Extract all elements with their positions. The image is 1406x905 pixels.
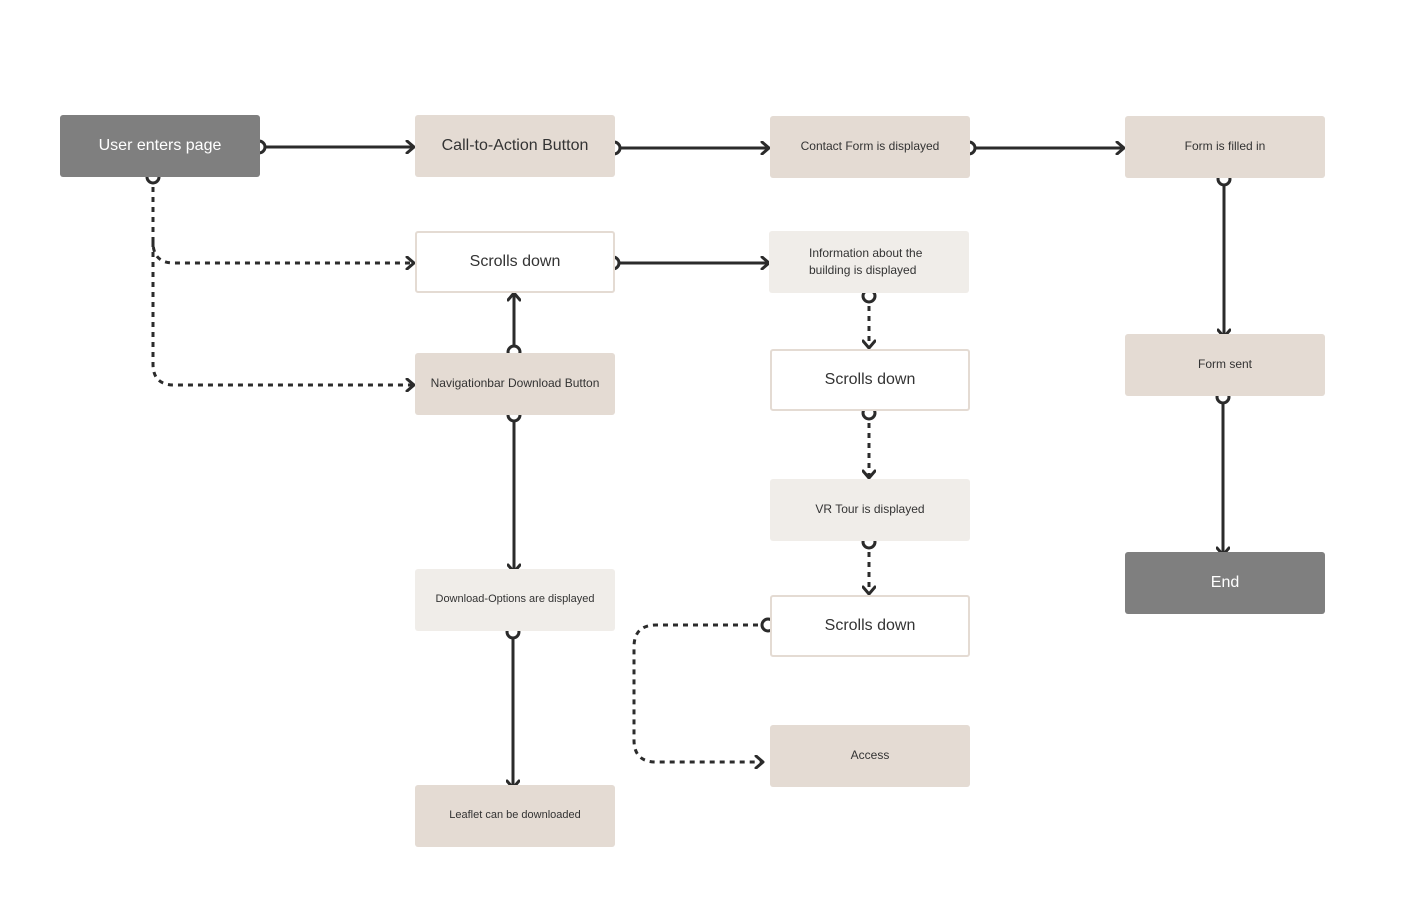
node-label: Scrolls down <box>469 253 561 271</box>
node-label: Access <box>850 748 890 763</box>
node-scrolls-down-1[interactable]: Scrolls down <box>415 231 615 293</box>
node-label: Call-to-Action Button <box>441 137 589 155</box>
node-label: Scrolls down <box>824 617 916 635</box>
node-form-sent[interactable]: Form sent <box>1125 334 1325 396</box>
node-label: Information about the building is displa… <box>809 245 923 277</box>
node-label: End <box>1210 574 1240 592</box>
edge-scroll3-to-access <box>632 623 768 762</box>
node-end[interactable]: End <box>1125 552 1325 614</box>
node-contact-form-displayed[interactable]: Contact Form is displayed <box>770 116 970 178</box>
flow-diagram: User enters page Call-to-Action Button C… <box>0 0 1406 905</box>
node-user-enters-page[interactable]: User enters page <box>60 115 260 177</box>
node-label: Download-Options are displayed <box>435 593 595 606</box>
node-form-filled-in[interactable]: Form is filled in <box>1125 116 1325 178</box>
node-access[interactable]: Access <box>770 725 970 787</box>
node-label: Form sent <box>1197 357 1252 372</box>
node-label: Scrolls down <box>824 371 916 389</box>
node-label: Navigationbar Download Button <box>430 376 600 391</box>
node-navbar-download[interactable]: Navigationbar Download Button <box>415 353 615 415</box>
node-leaflet[interactable]: Leaflet can be downloaded <box>415 785 615 847</box>
node-info-building[interactable]: Information about the building is displa… <box>769 231 969 293</box>
node-label: User enters page <box>98 137 222 155</box>
node-download-options[interactable]: Download-Options are displayed <box>415 569 615 631</box>
node-label: Contact Form is displayed <box>800 139 940 154</box>
node-scrolls-down-2[interactable]: Scrolls down <box>770 349 970 411</box>
edge-user-to-navbar <box>151 242 414 385</box>
node-cta-button[interactable]: Call-to-Action Button <box>415 115 615 177</box>
node-scrolls-down-3[interactable]: Scrolls down <box>770 595 970 657</box>
node-vr-tour[interactable]: VR Tour is displayed <box>770 479 970 541</box>
edge-user-to-scroll1 <box>151 177 414 263</box>
node-label: VR Tour is displayed <box>815 502 925 517</box>
node-label: Form is filled in <box>1184 139 1266 154</box>
node-label: Leaflet can be downloaded <box>449 809 581 822</box>
